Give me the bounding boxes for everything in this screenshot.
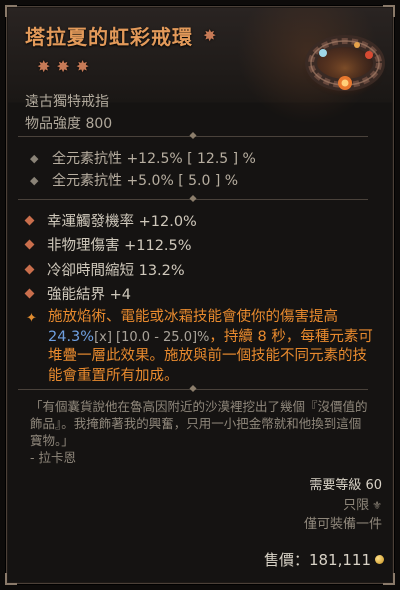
section-divider <box>18 136 368 137</box>
implicit-text: 全元素抗性 +12.5% [ 12.5 ] % <box>52 151 256 167</box>
legendary-roll-value: 24.3% <box>48 328 95 345</box>
flavor-author: - 拉卡恩 <box>30 450 76 465</box>
affix-text: 冷卻時間縮短 13.2% <box>47 262 185 279</box>
title-row: 塔拉夏的虹彩戒環 ✸ <box>25 21 216 50</box>
implicit-text: 全元素抗性 +5.0% [ 5.0 ] % <box>52 173 239 189</box>
frame-corner <box>5 5 17 17</box>
diamond-bullet-icon <box>24 239 35 250</box>
affix-text: 幸運觸發機率 +12.0% <box>47 213 197 230</box>
class-restriction: 只限 ⚜ <box>343 494 382 513</box>
flavor-text: 「有個囊貨說他在魯高因附近的沙漠裡挖出了幾個『沒價值的飾品』。我掩飾著我的興奮，… <box>30 398 370 466</box>
ring-icon <box>301 33 389 97</box>
legendary-aspect: ✦ 施放焰術、電能或冰霜技能會使你的傷害提高 24.3%[x] [10.0 - … <box>26 308 378 386</box>
diamond-bullet-icon <box>24 264 35 275</box>
rarity-stars: ✸ ✸ ✸ <box>37 59 89 75</box>
diamond-bullet-icon: ◆ <box>30 173 39 187</box>
star-icon: ✸ <box>75 57 90 76</box>
star-icon: ✸ <box>37 57 51 76</box>
diamond-bullet-icon <box>24 215 35 226</box>
diamond-bullet-icon: ◆ <box>30 151 39 165</box>
required-level: 需要等級 60 <box>309 478 382 493</box>
item-type: 遠古獨特戒指 <box>25 94 109 110</box>
gold-coin-icon <box>375 555 384 564</box>
frame-corner <box>5 573 17 585</box>
affix-stat: 非物理傷害 +112.5% <box>24 233 378 258</box>
restriction-text: 只限 <box>343 498 370 513</box>
frame-corner <box>383 573 395 585</box>
affix-text: 強能結界 +4 <box>47 287 131 304</box>
flavor-quote: 「有個囊貨說他在魯高因附近的沙漠裡挖出了幾個『沒價值的飾品』。我掩飾著我的興奮，… <box>30 399 368 448</box>
equip-limit: 僅可裝備一件 <box>303 517 382 532</box>
sell-price: 售價：181,111 <box>264 549 384 570</box>
implicit-list: ◆ 全元素抗性 +12.5% [ 12.5 ] % ◆ 全元素抗性 +5.0% … <box>30 147 256 191</box>
price-text: 售價：181,111 <box>263 551 371 569</box>
section-divider <box>18 389 368 390</box>
implicit-stat: ◆ 全元素抗性 +5.0% [ 5.0 ] % <box>30 169 256 191</box>
legendary-star-icon: ✦ <box>26 311 37 326</box>
affix-list: 幸運觸發機率 +12.0% 非物理傷害 +112.5% 冷卻時間縮短 13.2%… <box>24 208 378 386</box>
affix-stat: 幸運觸發機率 +12.0% <box>24 208 378 233</box>
implicit-stat: ◆ 全元素抗性 +12.5% [ 12.5 ] % <box>30 147 256 169</box>
affix-stat: 強能結界 +4 <box>24 282 378 307</box>
section-divider <box>18 199 368 200</box>
legendary-text: 施放焰術、電能或冰霜技能會使你的傷害提高 24.3%[x] [10.0 - 25… <box>48 308 378 386</box>
item-power: 物品強度 800 <box>25 116 113 132</box>
class-icon: ⚜ <box>372 499 382 512</box>
legendary-text-part1: 施放焰術、電能或冰霜技能會使你的傷害提高 <box>48 309 338 325</box>
legendary-roll-range: [x] [10.0 - 25.0]% <box>94 329 210 345</box>
star-icon: ✸ <box>56 57 70 76</box>
star-icon: ✸ <box>203 25 217 45</box>
item-name: 塔拉夏的虹彩戒環 <box>25 25 193 49</box>
affix-stat: 冷卻時間縮短 13.2% <box>24 257 378 282</box>
frame-corner <box>383 5 395 17</box>
diamond-bullet-icon <box>24 288 35 299</box>
affix-text: 非物理傷害 +112.5% <box>47 238 192 255</box>
